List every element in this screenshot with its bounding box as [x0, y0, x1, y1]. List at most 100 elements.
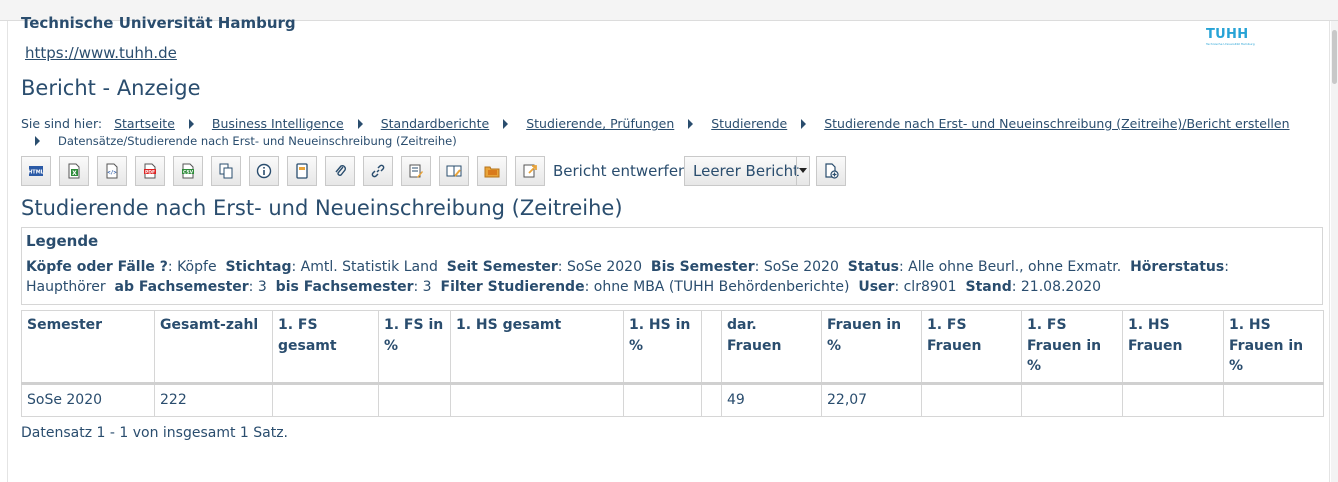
copy-button[interactable] — [211, 156, 241, 186]
column-header[interactable]: 1. FS gesamt — [272, 310, 379, 384]
legend-key: Filter Studierende — [440, 279, 585, 295]
csv-export-button[interactable]: CSV — [173, 156, 203, 186]
legend-key: ab Fachsemester — [114, 279, 249, 295]
export-report-button[interactable] — [515, 156, 545, 186]
column-header[interactable]: 1. HS gesamt — [450, 310, 624, 384]
excel-icon: X — [68, 163, 80, 179]
export-report-icon — [523, 164, 537, 178]
column-header[interactable]: 1. FS Frauen in % — [1021, 310, 1123, 384]
legend-value: Amtl. Statistik Land — [300, 259, 438, 275]
column-header — [701, 310, 722, 384]
compare-report-icon — [446, 165, 462, 177]
legend-key: Hörerstatus — [1130, 259, 1225, 275]
table-cell: 49 — [721, 383, 822, 417]
pdf-icon: PDF — [144, 163, 156, 179]
legend-heading: Legende — [26, 232, 99, 250]
link-icon — [371, 164, 385, 178]
legend-value: 3 — [422, 279, 432, 295]
edit-report-icon — [409, 164, 423, 178]
table-header-row: Semester Gesamt-zahl 1. FS gesamt 1. FS … — [21, 310, 1324, 384]
column-header[interactable]: Semester — [21, 310, 155, 384]
record-count-info: Datensatz 1 - 1 von insgesamt 1 Satz. — [21, 425, 289, 441]
breadcrumb-separator-icon — [188, 119, 194, 129]
svg-text:</>: </> — [107, 170, 116, 176]
university-link[interactable]: https://www.tuhh.de — [25, 44, 177, 62]
table-cell — [450, 383, 624, 417]
column-header[interactable]: 1. HS Frauen — [1122, 310, 1224, 384]
csv-icon: CSV — [182, 163, 194, 179]
folder-button[interactable] — [477, 156, 507, 186]
breadcrumb-separator-icon — [35, 136, 40, 146]
xml-export-button[interactable]: </> — [97, 156, 127, 186]
table-cell — [921, 383, 1022, 417]
breadcrumb-prefix: Sie sind hier: — [21, 116, 103, 131]
legend-key: Status — [847, 259, 899, 275]
design-report-select[interactable]: Leerer Bericht — [684, 156, 810, 186]
table-cell — [1223, 383, 1324, 417]
legend-key: Stand — [965, 279, 1012, 295]
scrollbar-thumb[interactable] — [1332, 30, 1337, 84]
link-button[interactable] — [363, 156, 393, 186]
table-cell — [701, 383, 722, 417]
paperclip-icon — [335, 165, 346, 176]
university-name: Technische Universität Hamburg — [21, 14, 296, 32]
legend-content: Köpfe oder Fälle ?: Köpfe Stichtag: Amtl… — [26, 259, 1229, 295]
breadcrumb-business-intelligence[interactable]: Business Intelligence — [212, 116, 344, 131]
compare-report-button[interactable] — [439, 156, 469, 186]
column-header[interactable]: 1. FS Frauen — [921, 310, 1022, 384]
legend-key: bis Fachsemester — [275, 279, 414, 295]
table-cell: 22,07 — [821, 383, 922, 417]
column-header[interactable]: 1. HS in % — [623, 310, 702, 384]
info-icon — [256, 163, 272, 179]
attach-button[interactable] — [325, 156, 355, 186]
svg-text:X: X — [72, 170, 77, 177]
breadcrumb-bericht-erstellen[interactable]: Studierende nach Erst- und Neueinschreib… — [824, 116, 1289, 131]
svg-text:PDF: PDF — [145, 169, 155, 175]
svg-text:HTML: HTML — [28, 170, 44, 176]
chevron-down-icon — [796, 157, 809, 185]
table-cell — [1021, 383, 1123, 417]
copy-icon — [219, 163, 233, 179]
legend-key: Bis Semester — [650, 259, 755, 275]
edit-report-button[interactable] — [401, 156, 431, 186]
folder-icon — [484, 166, 500, 178]
breadcrumb: Sie sind hier: Startseite Business Intel… — [21, 115, 1321, 150]
table-row: SoSe 2020 222 49 22,07 — [21, 383, 1324, 417]
column-header[interactable]: 1. FS in % — [378, 310, 451, 384]
breadcrumb-separator-icon — [357, 119, 363, 129]
table-cell — [378, 383, 451, 417]
design-report-label: Bericht entwerfen: — [553, 162, 693, 180]
new-report-icon — [825, 163, 839, 179]
report-table: Semester Gesamt-zahl 1. FS gesamt 1. FS … — [21, 310, 1324, 417]
legend-value: SoSe 2020 — [566, 259, 642, 275]
html-export-button[interactable]: HTML — [21, 156, 51, 186]
legend-value: Köpfe — [177, 259, 217, 275]
breadcrumb-startseite[interactable]: Startseite — [114, 116, 175, 131]
legend-value: 3 — [257, 279, 267, 295]
table-cell — [623, 383, 702, 417]
column-header[interactable]: dar. Frauen — [721, 310, 822, 384]
pdf-export-button[interactable]: PDF — [135, 156, 165, 186]
table-cell: SoSe 2020 — [21, 383, 155, 417]
excel-export-button[interactable]: X — [59, 156, 89, 186]
svg-text:CSV: CSV — [183, 169, 194, 175]
legend-value: SoSe 2020 — [763, 259, 839, 275]
logo-text: TUHH — [1206, 27, 1249, 42]
breadcrumb-separator-icon — [503, 119, 509, 129]
legend-key: User — [858, 279, 895, 295]
tuhh-logo[interactable]: TUHH Technische Universität Hamburg — [1204, 27, 1256, 49]
column-header[interactable]: Gesamt-zahl — [154, 310, 273, 384]
table-cell: 222 — [154, 383, 273, 417]
breadcrumb-standardberichte[interactable]: Standardberichte — [381, 116, 490, 131]
new-report-button[interactable] — [816, 156, 846, 186]
note-button[interactable] — [287, 156, 317, 186]
breadcrumb-separator-icon — [688, 119, 694, 129]
legend-value: clr8901 — [903, 279, 957, 295]
breadcrumb-separator-icon — [801, 119, 807, 129]
scrollbar-track[interactable] — [1331, 21, 1338, 482]
column-header[interactable]: 1. HS Frauen in % — [1223, 310, 1324, 384]
info-button[interactable] — [249, 156, 279, 186]
column-header[interactable]: Frauen in % — [821, 310, 922, 384]
breadcrumb-studierende-pruefungen[interactable]: Studierende, Prüfungen — [526, 116, 674, 131]
breadcrumb-studierende[interactable]: Studierende — [711, 116, 787, 131]
